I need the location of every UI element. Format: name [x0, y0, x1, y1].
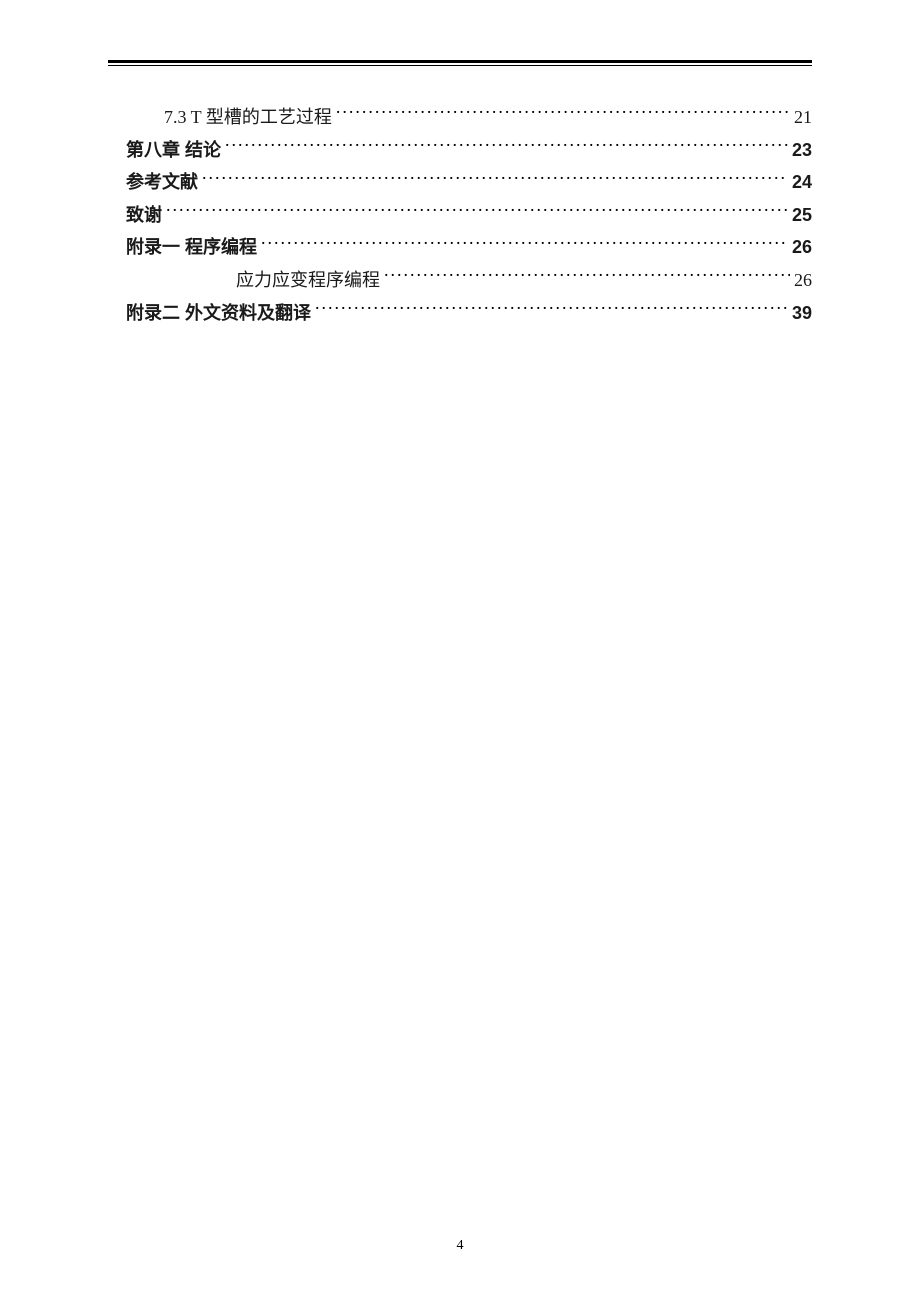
toc-entry-title: 7.3 T 型槽的工艺过程 [164, 102, 332, 133]
toc-entry-title: 参考文献 [126, 167, 198, 198]
toc-entry-page: 24 [792, 167, 812, 198]
toc-entry: 7.3 T 型槽的工艺过程 21 [108, 102, 812, 133]
toc-entry-page: 26 [792, 232, 812, 263]
toc-entry-page: 26 [794, 265, 812, 296]
toc-leader-dots [315, 301, 788, 319]
toc-leader-dots [225, 138, 788, 156]
header-rule [108, 60, 812, 66]
page-number: 4 [0, 1238, 920, 1254]
toc-entry: 致谢 25 [108, 200, 812, 231]
toc-entry-title: 附录一 程序编程 [126, 232, 257, 263]
toc-leader-dots [202, 170, 788, 188]
toc-entry-title: 第八章 结论 [126, 135, 221, 166]
toc-entry-title: 应力应变程序编程 [236, 265, 380, 296]
toc-leader-dots [166, 203, 788, 221]
toc-entry-title: 附录二 外文资料及翻译 [126, 298, 311, 329]
toc-entry: 参考文献 24 [108, 167, 812, 198]
toc-entry-page: 39 [792, 298, 812, 329]
toc-entry-page: 25 [792, 200, 812, 231]
toc-leader-dots [261, 235, 788, 253]
toc-entry: 附录二 外文资料及翻译 39 [108, 298, 812, 329]
toc-leader-dots [336, 105, 790, 123]
toc-entry: 第八章 结论 23 [108, 135, 812, 166]
table-of-contents: 7.3 T 型槽的工艺过程21第八章 结论23参考文献24致谢25附录一 程序编… [108, 102, 812, 328]
toc-entry: 应力应变程序编程 26 [108, 265, 812, 296]
document-page: 7.3 T 型槽的工艺过程21第八章 结论23参考文献24致谢25附录一 程序编… [0, 0, 920, 1302]
toc-entry-title: 致谢 [126, 200, 162, 231]
toc-entry-page: 21 [794, 102, 812, 133]
toc-entry-page: 23 [792, 135, 812, 166]
toc-leader-dots [384, 268, 790, 286]
toc-entry: 附录一 程序编程 26 [108, 232, 812, 263]
